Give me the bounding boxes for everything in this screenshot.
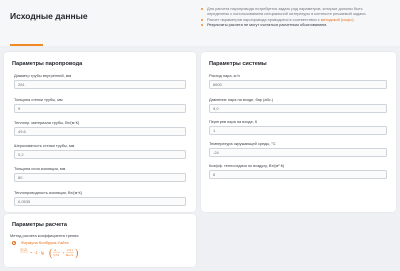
insulation-conductivity-input[interactable]	[14, 197, 186, 206]
superheat-input[interactable]	[209, 126, 387, 135]
formula-plus: +	[62, 250, 65, 255]
formula-frac2-den: Re√λ	[66, 253, 74, 257]
note-item: Для расчета паропровода потребуется зада…	[200, 6, 396, 17]
pipe-inner-diameter-input[interactable]	[14, 80, 186, 89]
calc-params-title: Параметры расчета	[12, 222, 67, 228]
colebrook-formula: 1/√λ = −2 · lg ( Δ 3,7d + 2,51 Re√λ )	[20, 247, 78, 259]
inlet-pressure-input[interactable]	[209, 104, 387, 113]
pipe-conductivity-label: Теплопр. материала трубы, Вт/(м·К)	[14, 120, 80, 125]
ambient-temp-label: Температура окружающей среды, °С	[209, 141, 276, 146]
formula-frac1-num: Δ	[54, 248, 57, 252]
wall-thickness-input[interactable]	[14, 104, 186, 113]
pipe-params-title: Параметры паропровода	[12, 61, 83, 67]
formula-frac1-den: 3,7d	[53, 253, 59, 258]
method-radio[interactable]	[12, 240, 16, 245]
colebrook-white-label[interactable]: Формула Колбрука-Уайта	[21, 240, 69, 245]
roughness-label: Шероховатость стенки трубы, мм	[14, 143, 75, 148]
steam-flow-input[interactable]	[209, 80, 387, 89]
formula-eq: = −2 · lg	[30, 250, 44, 255]
insulation-thickness-input[interactable]	[14, 173, 186, 182]
formula-bracket-right: )	[75, 248, 78, 259]
inlet-pressure-label: Давление пара на входе, бар (абс.)	[209, 97, 274, 102]
title-underline	[10, 44, 43, 46]
system-params-card: Параметры системы Расход пара, кг/ч Давл…	[201, 52, 396, 212]
formula-lhs: 1/√λ	[20, 247, 27, 252]
pipe-inner-diameter-label: Диаметр трубы внутренний, мм	[14, 73, 72, 78]
friction-method-label: Метод расчета коэффициента трения	[10, 233, 79, 238]
pipe-params-card: Параметры паропровода Диаметр трубы внут…	[4, 52, 196, 212]
steam-flow-label: Расход пара, кг/ч	[209, 73, 240, 78]
info-notes: Для расчета паропровода потребуется зада…	[200, 6, 396, 28]
insulation-thickness-label: Толщина слоя изоляции, мм	[14, 166, 66, 171]
wall-thickness-label: Толщина стенки трубы, мм	[14, 97, 63, 102]
note-item: Результаты расчета не могут считаться ра…	[200, 22, 396, 27]
page-title: Исходные данные	[10, 11, 88, 21]
system-params-title: Параметры системы	[209, 61, 267, 67]
superheat-label: Перегрев пара на входе, К	[209, 119, 258, 124]
heat-transfer-coef-label: Коэфф. теплоотдачи по воздуху, Вт/(м²·К)	[209, 163, 285, 168]
insulation-conductivity-label: Теплопроводность изоляции, Вт/(м·К)	[14, 190, 83, 195]
pipe-conductivity-input[interactable]	[14, 127, 186, 136]
roughness-input[interactable]	[14, 150, 186, 159]
methodology-link[interactable]: методикой (скоро)	[321, 17, 354, 22]
ambient-temp-input[interactable]	[209, 148, 387, 157]
heat-transfer-coef-input[interactable]	[209, 170, 387, 179]
